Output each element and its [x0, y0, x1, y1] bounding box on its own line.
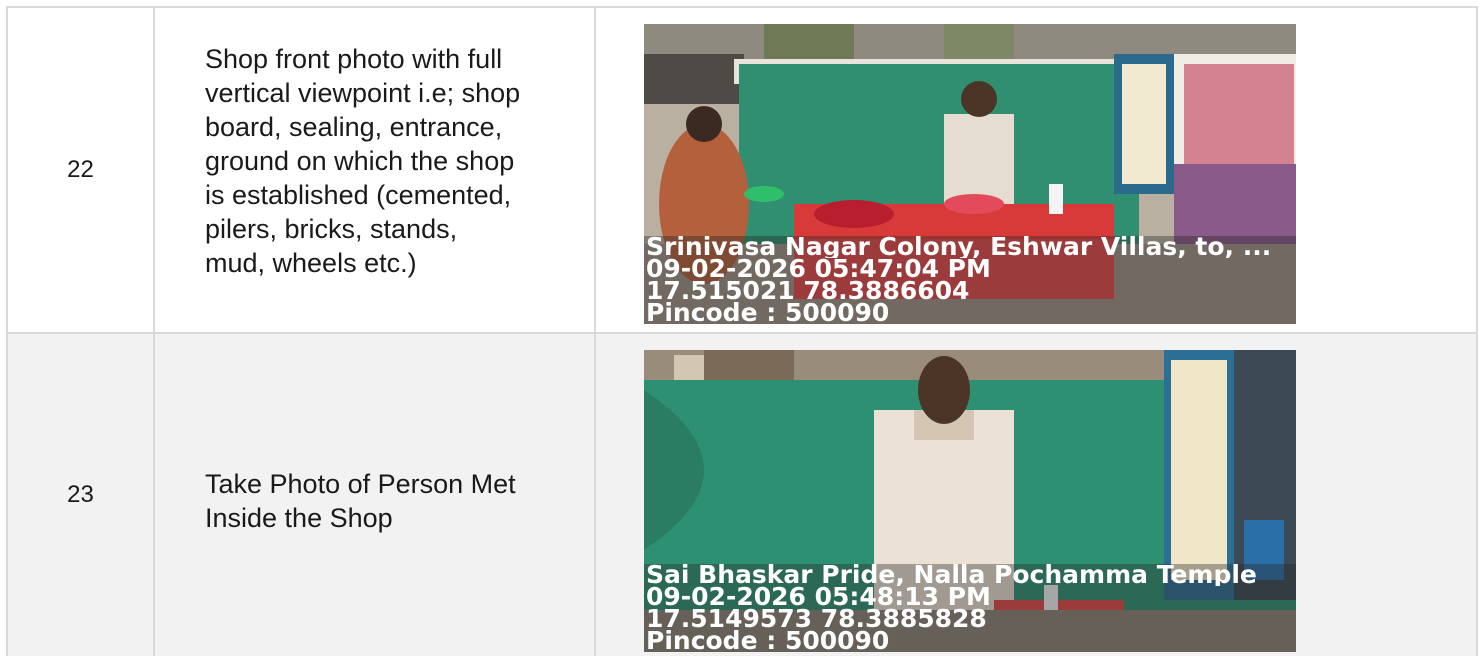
row-number: 22	[67, 156, 94, 183]
geotag-coordinates: 17.5149573 78.3885828	[646, 608, 987, 630]
shop-front-photo[interactable]: Srinivasa Nagar Colony, Eshwar Villas, t…	[644, 24, 1296, 324]
description-cell: Shop front photo with full vertical view…	[153, 6, 594, 332]
geotag-pincode: Pincode : 500090	[646, 630, 890, 652]
row-number: 23	[67, 481, 94, 508]
geotag-location: Srinivasa Nagar Colony, Eshwar Villas, t…	[646, 236, 1272, 258]
geotag-datetime: 09-02-2026 05:48:13 PM	[646, 586, 991, 608]
table-row: 23 Take Photo of Person Met Inside the S…	[6, 332, 1478, 656]
photo-cell: Sai Bhaskar Pride, Nalla Pochamma Temple…	[594, 332, 1478, 656]
row-number-cell: 23	[6, 332, 153, 656]
photo-cell: Srinivasa Nagar Colony, Eshwar Villas, t…	[594, 6, 1478, 332]
geotag-datetime: 09-02-2026 05:47:04 PM	[646, 258, 991, 280]
photo-geotag-overlay: Sai Bhaskar Pride, Nalla Pochamma Temple…	[644, 564, 1296, 652]
photo-geotag-overlay: Srinivasa Nagar Colony, Eshwar Villas, t…	[644, 236, 1296, 324]
table-row: 22 Shop front photo with full vertical v…	[6, 6, 1478, 332]
geotag-coordinates: 17.515021 78.3886604	[646, 280, 970, 302]
description-cell: Take Photo of Person Met Inside the Shop	[153, 332, 594, 656]
row-description: Shop front photo with full vertical view…	[205, 44, 521, 278]
geotag-pincode: Pincode : 500090	[646, 302, 890, 324]
geotag-location: Sai Bhaskar Pride, Nalla Pochamma Temple	[646, 564, 1257, 586]
row-description: Take Photo of Person Met Inside the Shop	[205, 469, 516, 533]
row-number-cell: 22	[6, 6, 153, 332]
person-met-photo[interactable]: Sai Bhaskar Pride, Nalla Pochamma Temple…	[644, 350, 1296, 652]
